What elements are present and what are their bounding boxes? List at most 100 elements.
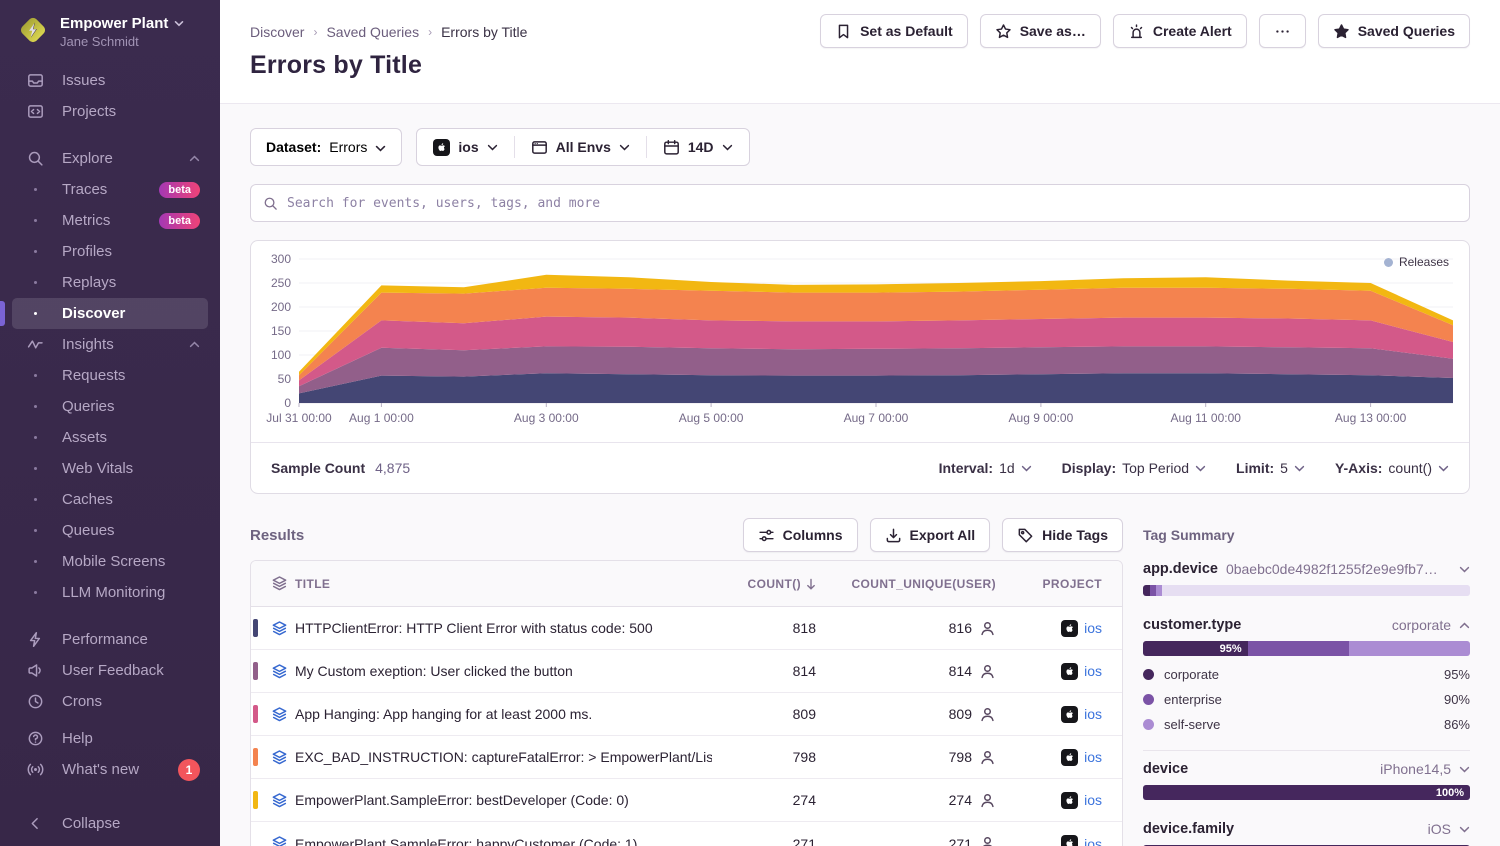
svg-text:Jul 31 00:00: Jul 31 00:00	[266, 411, 332, 425]
sidebar-item-discover[interactable]: Discover	[12, 298, 208, 329]
breadcrumb-item-errors-by-title: Errors by Title	[441, 24, 527, 40]
chart-panel: Releases 050100150200250300Jul 31 00:00A…	[250, 240, 1470, 494]
sidebar-item-help[interactable]: Help	[12, 723, 208, 754]
tag-section-header-device[interactable]: deviceiPhone14,5	[1143, 761, 1470, 777]
project-link[interactable]: ios	[1084, 663, 1102, 679]
project-link[interactable]: ios	[1084, 836, 1102, 846]
sidebar-item-replays[interactable]: Replays	[12, 267, 208, 298]
stack-icon[interactable]	[271, 792, 288, 809]
save-as-button[interactable]: Save as…	[980, 14, 1101, 48]
tag-distribution-bar[interactable]	[1143, 585, 1470, 596]
filter-value: All Envs	[556, 139, 611, 155]
sidebar-item-projects[interactable]: Projects	[12, 96, 208, 127]
sidebar-item-crons[interactable]: Crons	[12, 686, 208, 717]
project-link[interactable]: ios	[1084, 749, 1102, 765]
project-link[interactable]: ios	[1084, 792, 1102, 808]
tag-legend-item-enterprise[interactable]: enterprise90%	[1143, 687, 1470, 712]
sidebar-item-profiles[interactable]: Profiles	[12, 236, 208, 267]
stack-icon[interactable]	[271, 706, 288, 723]
sidebar-item-issues[interactable]: Issues	[12, 65, 208, 96]
control-value: Top Period	[1122, 460, 1189, 476]
chart-control-display[interactable]: Display:Top Period	[1062, 460, 1206, 476]
sidebar-item-label: Replays	[62, 274, 116, 291]
chart-legend[interactable]: Releases	[1384, 255, 1449, 269]
row-count: 818	[712, 620, 830, 636]
chart-body: 050100150200250300Jul 31 00:00Aug 1 00:0…	[251, 241, 1469, 442]
stack-icon[interactable]	[271, 620, 288, 637]
sidebar-collapse-button[interactable]: Collapse	[12, 815, 208, 846]
tag-section-header-app-device[interactable]: app.device0baebc0de4982f1255f2e9e9fb7…	[1143, 561, 1470, 577]
saved-queries-button[interactable]: Saved Queries	[1318, 14, 1470, 48]
bullet-dot-icon	[34, 281, 37, 284]
set-as-default-button[interactable]: Set as Default	[820, 14, 968, 48]
sidebar-item-metrics[interactable]: Metricsbeta	[12, 205, 208, 236]
row-count-unique: 814	[949, 663, 972, 679]
org-switcher[interactable]: Empower Plant Jane Schmidt	[0, 0, 220, 54]
create-alert-button[interactable]: Create Alert	[1113, 14, 1247, 48]
hide-tags-button-label: Hide Tags	[1042, 527, 1108, 543]
column-header-count[interactable]: COUNT()	[712, 577, 830, 591]
filter-value: ios	[458, 139, 478, 155]
table-row[interactable]: My Custom exeption: User clicked the but…	[251, 650, 1122, 693]
sidebar-item-queries[interactable]: Queries	[12, 391, 208, 422]
export-all-button[interactable]: Export All	[870, 518, 991, 552]
sidebar-item-what-s-new[interactable]: What's new1	[12, 754, 208, 785]
project-link[interactable]: ios	[1084, 620, 1102, 636]
sidebar-item-requests[interactable]: Requests	[12, 360, 208, 391]
tag-distribution-bar[interactable]: 100%	[1143, 785, 1470, 800]
dataset-filter-button[interactable]: Dataset: Errors	[250, 128, 402, 166]
chart-control-y-axis[interactable]: Y-Axis:count()	[1335, 460, 1449, 476]
sidebar-item-caches[interactable]: Caches	[12, 484, 208, 515]
column-header-title[interactable]: TITLE	[295, 577, 712, 591]
project-link[interactable]: ios	[1084, 706, 1102, 722]
sidebar-item-mobile-screens[interactable]: Mobile Screens	[12, 546, 208, 577]
breadcrumb-item-discover[interactable]: Discover	[250, 24, 304, 40]
tag-icon	[1017, 527, 1034, 544]
table-row[interactable]: HTTPClientError: HTTP Client Error with …	[251, 607, 1122, 650]
sidebar-item-explore[interactable]: Explore	[12, 143, 208, 174]
sidebar-item-web-vitals[interactable]: Web Vitals	[12, 453, 208, 484]
stack-icon[interactable]	[271, 749, 288, 766]
tag-distribution-bar[interactable]: 95%	[1143, 641, 1470, 656]
columns-button[interactable]: Columns	[743, 518, 858, 552]
sidebar-item-user-feedback[interactable]: User Feedback	[12, 655, 208, 686]
control-label: Y-Axis:	[1335, 460, 1382, 476]
sidebar-item-performance[interactable]: Performance	[12, 624, 208, 655]
filter-all-envs[interactable]: All Envs	[515, 139, 646, 156]
table-row[interactable]: EmpowerPlant.SampleError: happyCustomer …	[251, 822, 1122, 846]
column-header-count-unique[interactable]: COUNT_UNIQUE(USER)	[830, 577, 1010, 591]
sidebar-item-label: User Feedback	[62, 662, 164, 679]
sidebar-item-insights[interactable]: Insights	[12, 329, 208, 360]
breadcrumb-item-saved-queries[interactable]: Saved Queries	[326, 24, 419, 40]
svg-text:200: 200	[271, 300, 291, 314]
sidebar-item-traces[interactable]: Tracesbeta	[12, 174, 208, 205]
header-actions: Set as Default Save as… Create Alert Saved …	[820, 14, 1470, 48]
table-row[interactable]: App Hanging: App hanging for at least 20…	[251, 693, 1122, 736]
sidebar-item-assets[interactable]: Assets	[12, 422, 208, 453]
tag-section-header-customer-type[interactable]: customer.typecorporate	[1143, 617, 1470, 633]
sidebar-item-llm-monitoring[interactable]: LLM Monitoring	[12, 577, 208, 608]
chart-control-interval[interactable]: Interval:1d	[939, 460, 1032, 476]
stack-icon[interactable]	[271, 835, 288, 846]
chart-controls: Interval:1d Display:Top Period Limit:5 Y-Ax…	[939, 460, 1449, 476]
row-title: My Custom exeption: User clicked the but…	[295, 663, 712, 679]
hide-tags-button[interactable]: Hide Tags	[1002, 518, 1123, 552]
tag-legend-item-self-serve[interactable]: self-serve86%	[1143, 712, 1470, 737]
tag-legend-item-corporate[interactable]: corporate95%	[1143, 662, 1470, 687]
sidebar-item-queues[interactable]: Queues	[12, 515, 208, 546]
table-row[interactable]: EmpowerPlant.SampleError: bestDeveloper …	[251, 779, 1122, 822]
chart-control-limit[interactable]: Limit:5	[1236, 460, 1305, 476]
more-options-button[interactable]	[1259, 14, 1306, 48]
search-input[interactable]	[287, 196, 1457, 211]
filter-14d[interactable]: 14D	[647, 139, 749, 156]
filter-ios[interactable]: ios	[417, 139, 513, 156]
app-window: Empower Plant Jane Schmidt IssuesProject…	[0, 0, 1500, 846]
tag-section-header-device-family[interactable]: device.familyiOS	[1143, 821, 1470, 837]
chevron-down-icon	[1459, 766, 1470, 773]
column-header-project[interactable]: PROJECT	[1010, 577, 1122, 591]
bullet-dot-icon	[34, 188, 37, 191]
page-header: Discover›Saved Queries›Errors by Title E…	[220, 0, 1500, 104]
stack-icon[interactable]	[271, 663, 288, 680]
control-value: 1d	[999, 460, 1015, 476]
table-row[interactable]: EXC_BAD_INSTRUCTION: captureFatalError: …	[251, 736, 1122, 779]
